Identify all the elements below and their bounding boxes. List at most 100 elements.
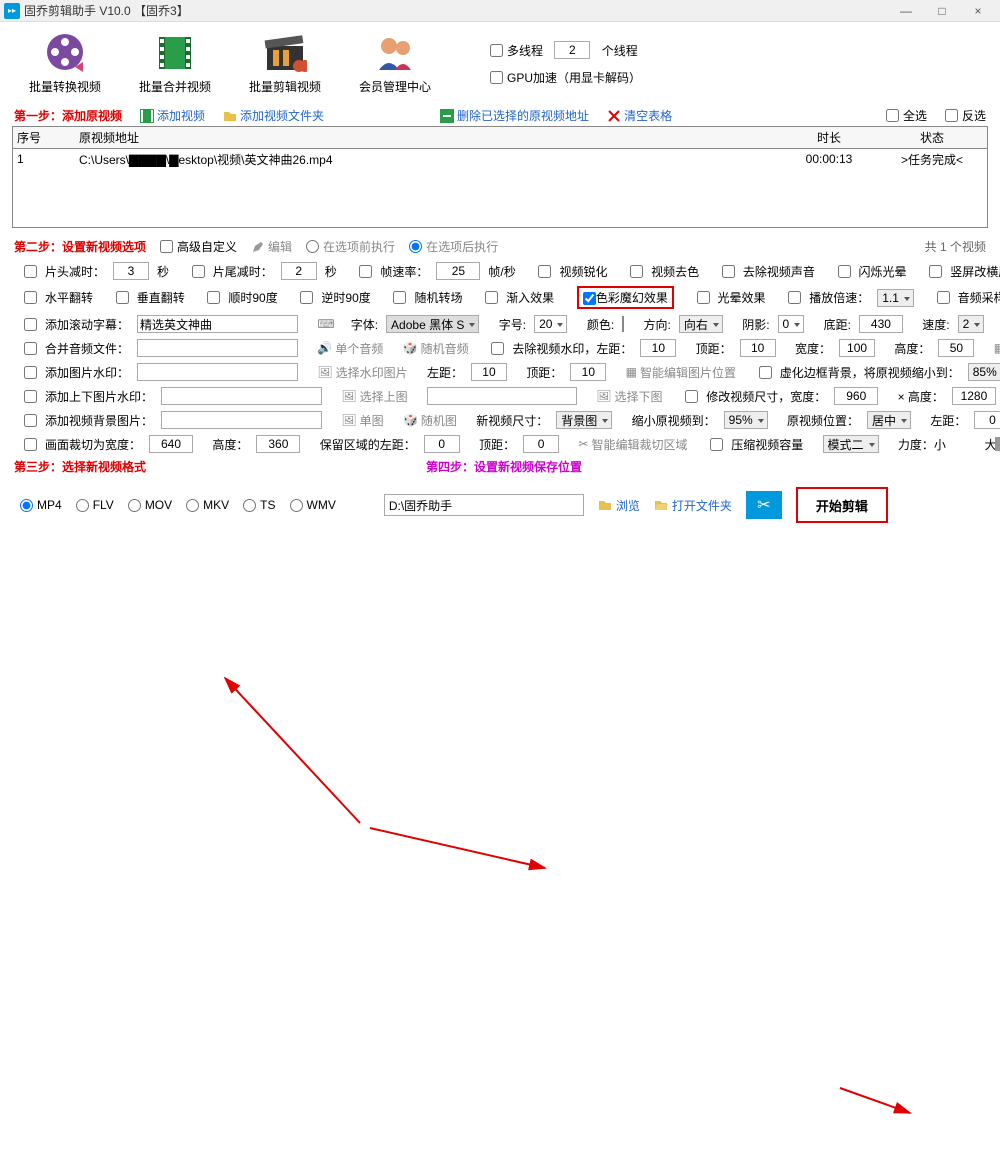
randimg-button[interactable]: 🎲随机图	[403, 412, 457, 429]
randtrans-checkbox[interactable]	[393, 291, 406, 304]
rmwm-checkbox[interactable]	[491, 342, 504, 355]
bgimg-checkbox[interactable]	[24, 414, 37, 427]
edit-button[interactable]: 编辑	[251, 238, 292, 255]
cw-input[interactable]	[149, 435, 193, 453]
hflip-checkbox[interactable]	[24, 291, 37, 304]
ccw90-checkbox[interactable]	[300, 291, 313, 304]
close-button[interactable]: ×	[960, 0, 996, 22]
save-path-input[interactable]: D:\固乔助手	[384, 494, 584, 516]
rmvaudio-checkbox[interactable]	[722, 265, 735, 278]
after-radio[interactable]	[409, 240, 422, 253]
bottom-input[interactable]	[859, 315, 903, 333]
adv-checkbox[interactable]	[160, 240, 173, 253]
smart-wm-button[interactable]: ▦智能编辑水印位置	[994, 340, 1000, 357]
clip-button[interactable]: 批量剪辑视频	[240, 32, 330, 95]
smart-img-button[interactable]: ▦智能编辑图片位置	[626, 364, 736, 381]
rand-audio-button[interactable]: 🎲随机音频	[403, 340, 469, 357]
botimg-input[interactable]	[427, 387, 577, 405]
browse-button[interactable]: 浏览	[598, 497, 640, 514]
gpu-checkbox[interactable]	[490, 71, 503, 84]
seltop-button[interactable]: 🖼选择上图	[341, 388, 407, 405]
merge-button[interactable]: 批量合并视频	[130, 32, 220, 95]
cw90-checkbox[interactable]	[207, 291, 220, 304]
shadow-select[interactable]: 0	[778, 315, 805, 333]
blur-select[interactable]: 85%	[968, 363, 1000, 381]
speed-select[interactable]: 1.1	[877, 289, 914, 307]
subtitle-checkbox[interactable]	[24, 318, 37, 331]
imgwm-input[interactable]	[137, 363, 298, 381]
before-radio[interactable]	[306, 240, 319, 253]
wmv-radio[interactable]	[290, 499, 303, 512]
magic-checkbox[interactable]	[583, 292, 596, 305]
blur-checkbox[interactable]	[759, 366, 772, 379]
imgwm-checkbox[interactable]	[24, 366, 37, 379]
wm-l-input[interactable]	[640, 339, 676, 357]
shrink-select[interactable]: 95%	[724, 411, 768, 429]
singleimg-button[interactable]: 🖼单图	[341, 412, 383, 429]
halo-checkbox[interactable]	[697, 291, 710, 304]
v2h-checkbox[interactable]	[929, 265, 942, 278]
newsize-select[interactable]: 背景图	[556, 411, 612, 429]
mode-select[interactable]: 模式二	[823, 435, 879, 453]
multithread-checkbox[interactable]	[490, 44, 503, 57]
flv-radio[interactable]	[76, 499, 89, 512]
table-row[interactable]: 1 C:\Users\▇▇▇▇\▇esktop\视频\英文神曲26.mp4 00…	[13, 149, 987, 169]
speed-checkbox[interactable]	[788, 291, 801, 304]
fps-checkbox[interactable]	[359, 265, 372, 278]
bgimg-input[interactable]	[161, 411, 322, 429]
rw-input[interactable]	[834, 387, 878, 405]
member-button[interactable]: 会员管理中心	[350, 32, 440, 95]
clear-table-button[interactable]: 清空表格	[607, 107, 672, 124]
img-l-input[interactable]	[471, 363, 507, 381]
color-picker[interactable]	[622, 316, 624, 332]
mov-radio[interactable]	[128, 499, 141, 512]
decolor-checkbox[interactable]	[630, 265, 643, 278]
smartcrop-button[interactable]: ✂智能编辑裁切区域	[578, 436, 687, 453]
wm-t-input[interactable]	[740, 339, 776, 357]
selbot-button[interactable]: 🖼选择下图	[596, 388, 662, 405]
wm-h-input[interactable]	[938, 339, 974, 357]
minimize-button[interactable]: —	[888, 0, 924, 22]
bg-l-input[interactable]	[974, 411, 1000, 429]
delete-selected-button[interactable]: 删除已选择的原视频地址	[440, 107, 589, 124]
rh-input[interactable]	[952, 387, 996, 405]
font-select[interactable]: Adobe 黑体 S	[386, 315, 479, 333]
convert-button[interactable]: 批量转换视频	[20, 32, 110, 95]
topimg-input[interactable]	[161, 387, 322, 405]
tailtrim-input[interactable]	[281, 262, 317, 280]
open-folder-button[interactable]: 打开文件夹	[654, 497, 732, 514]
add-video-button[interactable]: 添加视频	[140, 107, 205, 124]
mp4-radio[interactable]	[20, 499, 33, 512]
kt-input[interactable]	[523, 435, 559, 453]
origpos-select[interactable]: 居中	[867, 411, 911, 429]
subtitle-input[interactable]	[137, 315, 298, 333]
mkv-radio[interactable]	[186, 499, 199, 512]
flash-checkbox[interactable]	[838, 265, 851, 278]
crop-checkbox[interactable]	[24, 438, 37, 451]
size-select[interactable]: 20	[534, 315, 567, 333]
fade-checkbox[interactable]	[485, 291, 498, 304]
img-t-input[interactable]	[570, 363, 606, 381]
kl-input[interactable]	[424, 435, 460, 453]
compress-checkbox[interactable]	[710, 438, 723, 451]
single-audio-button[interactable]: 🔊单个音频	[317, 340, 383, 357]
tbwm-checkbox[interactable]	[24, 390, 37, 403]
mergeaudio-checkbox[interactable]	[24, 342, 37, 355]
add-folder-button[interactable]: 添加视频文件夹	[223, 107, 324, 124]
vflip-checkbox[interactable]	[116, 291, 129, 304]
tailtrim-checkbox[interactable]	[192, 265, 205, 278]
asr-checkbox[interactable]	[937, 291, 950, 304]
selimg-button[interactable]: 🖼选择水印图片	[317, 364, 407, 381]
spd-select[interactable]: 2	[958, 315, 985, 333]
threads-input[interactable]	[554, 41, 590, 59]
resize-checkbox[interactable]	[685, 390, 698, 403]
ch-input[interactable]	[256, 435, 300, 453]
dir-select[interactable]: 向右	[679, 315, 723, 333]
mergeaudio-input[interactable]	[137, 339, 298, 357]
headtrim-input[interactable]	[113, 262, 149, 280]
fps-input[interactable]	[436, 262, 480, 280]
sharpen-checkbox[interactable]	[538, 265, 551, 278]
maximize-button[interactable]: □	[924, 0, 960, 22]
wm-w-input[interactable]	[839, 339, 875, 357]
ts-radio[interactable]	[243, 499, 256, 512]
